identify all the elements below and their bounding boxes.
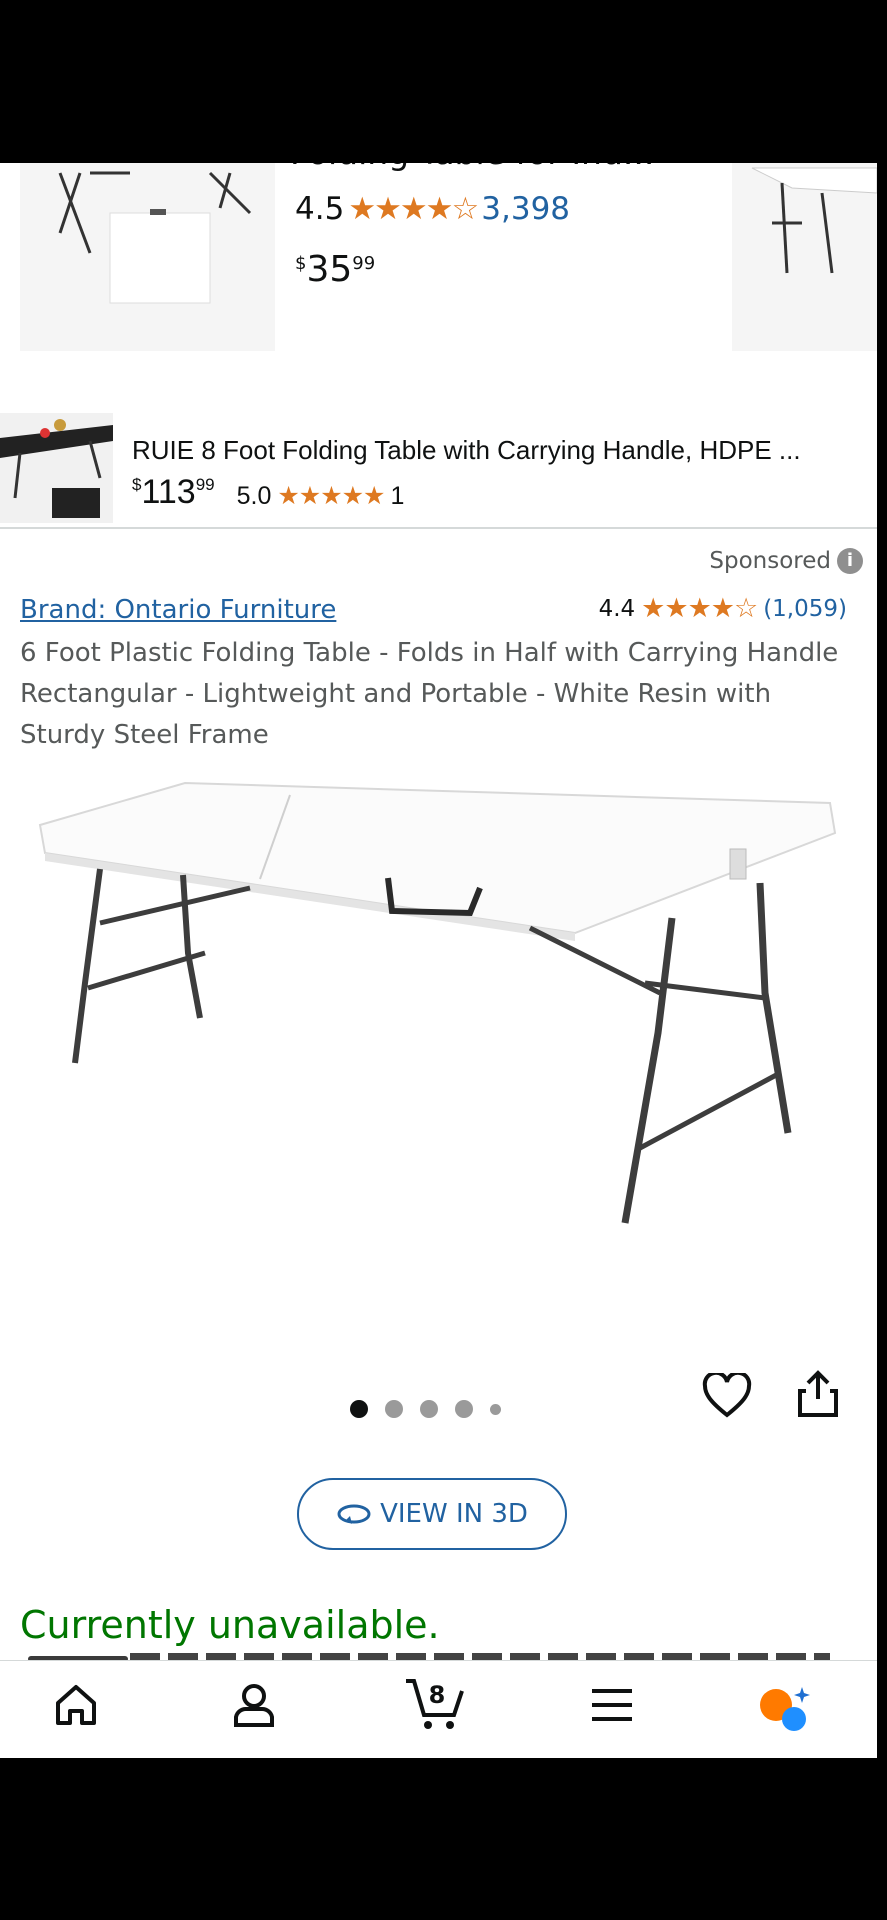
share-icon[interactable]: [796, 1369, 840, 1423]
account-icon[interactable]: [230, 1681, 278, 1733]
review-count[interactable]: (1,059): [763, 596, 847, 622]
star-rating-icon: ★★★★☆: [348, 191, 479, 227]
cart-icon[interactable]: 8: [404, 1675, 466, 1737]
menu-icon[interactable]: [590, 1681, 634, 1733]
pagination-dot[interactable]: [455, 1400, 473, 1418]
ad-product-image[interactable]: [0, 413, 113, 523]
image-pagination-dots[interactable]: [350, 1400, 501, 1418]
sponsored-label[interactable]: Sponsored i: [709, 548, 863, 574]
3d-rotate-icon: [337, 1504, 371, 1524]
carousel-product-image-right[interactable]: [732, 163, 877, 351]
brand-link[interactable]: Brand: Ontario Furniture: [20, 595, 336, 625]
pagination-dot[interactable]: [385, 1400, 403, 1418]
review-count[interactable]: 3,398: [481, 191, 570, 227]
carousel-product-rating[interactable]: 4.5 ★★★★☆ 3,398: [295, 191, 570, 227]
pagination-dot[interactable]: [490, 1403, 501, 1415]
ad-product-price: $113 99 5.0 ★★★★★ 1: [132, 473, 405, 511]
carousel-product-price: $3599: [295, 249, 376, 290]
rufus-icon[interactable]: [756, 1681, 812, 1741]
cart-count: 8: [429, 1681, 446, 1709]
pagination-dot[interactable]: [350, 1400, 368, 1418]
star-rating-icon: ★★★★☆: [641, 593, 758, 624]
bottom-navigation: 8: [0, 1660, 877, 1758]
product-title: 6 Foot Plastic Folding Table - Folds in …: [20, 638, 839, 750]
product-page: Folding Table for Ind... 4.5 ★★★★☆ 3,398…: [0, 163, 877, 1758]
rating-value: 4.5: [295, 191, 345, 227]
carousel-product-title[interactable]: Folding Table for Ind...: [290, 163, 654, 172]
sponsored-ad-row[interactable]: RUIE 8 Foot Folding Table with Carrying …: [0, 413, 877, 528]
home-icon[interactable]: [52, 1681, 100, 1733]
carousel-product-image-left[interactable]: [20, 163, 275, 351]
ad-product-rating: 5.0 ★★★★★ 1: [236, 481, 405, 511]
divider: [0, 527, 877, 529]
availability-status: Currently unavailable.: [20, 1603, 440, 1647]
view-in-3d-button[interactable]: VIEW IN 3D: [297, 1478, 567, 1550]
star-rating-icon: ★★★★★: [277, 482, 385, 510]
ad-product-title[interactable]: RUIE 8 Foot Folding Table with Carrying …: [132, 435, 801, 466]
rating-value: 4.4: [598, 595, 636, 622]
pagination-dot[interactable]: [420, 1400, 438, 1418]
heart-icon[interactable]: [702, 1370, 752, 1423]
info-icon[interactable]: i: [837, 548, 863, 574]
product-rating[interactable]: 4.4 ★★★★☆ (1,059): [599, 593, 847, 624]
